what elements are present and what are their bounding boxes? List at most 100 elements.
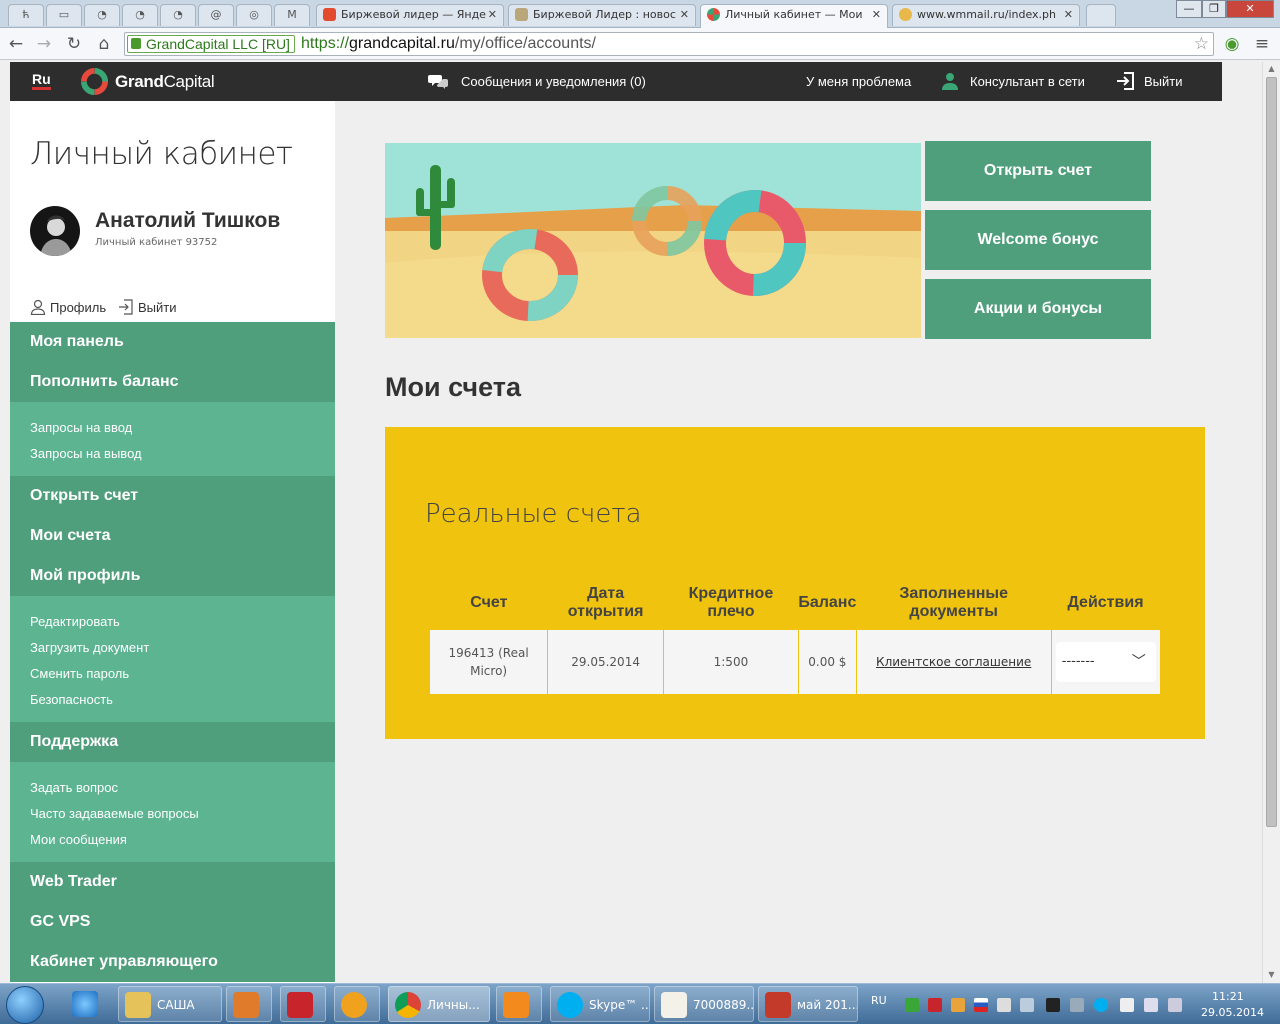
- sidebar-submenu-support: Задать вопрос Часто задаваемые вопросы М…: [10, 762, 335, 862]
- tray-action-center-icon[interactable]: [1120, 998, 1134, 1012]
- close-tab-icon[interactable]: ✕: [680, 5, 689, 25]
- actions-select[interactable]: ------- ﹀: [1055, 642, 1156, 682]
- taskbar-explorer[interactable]: САША: [118, 986, 222, 1022]
- client-agreement-link[interactable]: Клиентское соглашение: [876, 655, 1031, 669]
- sidebar-logout-link[interactable]: Выйти: [118, 299, 177, 315]
- profile-link[interactable]: Профиль: [30, 299, 106, 315]
- pinned-tab[interactable]: ◔: [160, 4, 196, 26]
- close-tab-icon[interactable]: ✕: [488, 5, 497, 25]
- tray-speaker-icon[interactable]: [1168, 998, 1182, 1012]
- tray-skype-icon[interactable]: [1094, 998, 1108, 1012]
- tray-app-icon[interactable]: [997, 998, 1011, 1012]
- sidebar-item-security[interactable]: Безопасность: [10, 687, 335, 713]
- welcome-bonus-button[interactable]: Welcome бонус: [925, 210, 1151, 270]
- scroll-down-arrow-icon[interactable]: ▼: [1266, 970, 1277, 980]
- address-bar[interactable]: GrandCapital LLC [RU] https://grandcapit…: [124, 32, 1214, 56]
- sidebar-item-upload-document[interactable]: Загрузить документ: [10, 635, 335, 661]
- close-window-button[interactable]: ✕: [1226, 0, 1274, 18]
- leverage-cell: 1:500: [663, 630, 799, 694]
- pinned-tab[interactable]: ћ: [8, 4, 44, 26]
- pinned-tab[interactable]: ◔: [122, 4, 158, 26]
- menu-icon[interactable]: ≡: [1252, 34, 1272, 54]
- sidebar-item-my-messages[interactable]: Мои сообщения: [10, 827, 335, 853]
- extension-icon[interactable]: ◉: [1222, 34, 1242, 54]
- logo-text[interactable]: GrandCapital: [115, 72, 215, 92]
- page-scrollbar[interactable]: ▲ ▼: [1262, 62, 1280, 983]
- sidebar-item-faq[interactable]: Часто задаваемые вопросы: [10, 801, 335, 827]
- sidebar-item-ask-question[interactable]: Задать вопрос: [10, 775, 335, 801]
- pinned-tab[interactable]: @: [198, 4, 234, 26]
- sidebar-item-gc-vps[interactable]: GC VPS: [10, 902, 335, 942]
- sidebar-item-my-profile[interactable]: Мой профиль: [10, 556, 335, 596]
- promo-banner[interactable]: [385, 143, 921, 338]
- forward-icon[interactable]: →: [34, 34, 54, 54]
- taskbar-media-player[interactable]: [226, 986, 272, 1022]
- tray-app-icon[interactable]: [1020, 998, 1034, 1012]
- accounts-table: Счет Дата открытия Кредитное плечо Баланс …: [430, 575, 1160, 694]
- header-logout-link[interactable]: Выйти: [1144, 74, 1183, 89]
- sidebar-item-web-trader[interactable]: Web Trader: [10, 862, 335, 902]
- taskbar-zynga[interactable]: [280, 986, 326, 1022]
- tray-flag-icon[interactable]: [974, 998, 988, 1012]
- sidebar-item-open-account[interactable]: Открыть счет: [10, 476, 335, 516]
- sidebar-item-change-password[interactable]: Сменить пароль: [10, 661, 335, 687]
- taskbar-mail-agent[interactable]: [334, 986, 380, 1022]
- pinned-tab[interactable]: ◔: [84, 4, 120, 26]
- sidebar-item-my-accounts[interactable]: Мои счета: [10, 516, 335, 556]
- home-icon[interactable]: ⌂: [94, 34, 114, 54]
- minimize-button[interactable]: —: [1176, 0, 1202, 18]
- tray-display-icon[interactable]: [1144, 998, 1158, 1012]
- taskbar-odnoklassniki[interactable]: [496, 986, 542, 1022]
- taskbar-game[interactable]: май 201...: [758, 986, 858, 1022]
- bookmark-star-icon[interactable]: ☆: [1194, 34, 1209, 54]
- tray-check-icon[interactable]: [905, 998, 919, 1012]
- pinned-tab[interactable]: ▭: [46, 4, 82, 26]
- scroll-up-arrow-icon[interactable]: ▲: [1266, 64, 1277, 74]
- taskbar-alpari[interactable]: 7000889...: [654, 986, 754, 1022]
- reload-icon[interactable]: ↻: [64, 34, 84, 54]
- browser-tab[interactable]: www.wmmail.ru/index.ph ✕: [892, 4, 1080, 26]
- new-tab-button[interactable]: [1086, 4, 1116, 26]
- browser-tab[interactable]: Биржевой лидер — Янде ✕: [316, 4, 504, 26]
- clock-time[interactable]: 11:21: [1212, 990, 1244, 1003]
- sidebar-item-edit[interactable]: Редактировать: [10, 609, 335, 635]
- close-tab-icon[interactable]: ✕: [872, 5, 881, 25]
- pinned-tab[interactable]: ◎: [236, 4, 272, 26]
- sidebar-item-manager-cabinet[interactable]: Кабинет управляющего: [10, 942, 335, 982]
- ev-certificate-badge[interactable]: GrandCapital LLC [RU]: [127, 35, 295, 53]
- sidebar-item-support[interactable]: Поддержка: [10, 722, 335, 762]
- sidebar-item-deposit-requests[interactable]: Запросы на ввод: [10, 415, 335, 441]
- site-favicon-icon: [515, 8, 528, 21]
- back-icon[interactable]: ←: [6, 34, 26, 54]
- user-name: Анатолий Тишков: [95, 209, 281, 232]
- grandcapital-logo-icon[interactable]: [80, 67, 109, 96]
- internet-explorer-icon: [72, 991, 98, 1017]
- keyboard-language[interactable]: RU: [871, 994, 887, 1007]
- browser-tab[interactable]: Биржевой Лидер : новос ✕: [508, 4, 696, 26]
- maximize-button[interactable]: ❐: [1202, 0, 1226, 18]
- start-button[interactable]: [6, 986, 44, 1024]
- open-account-button[interactable]: Открыть счет: [925, 141, 1151, 201]
- consultant-link[interactable]: Консультант в сети: [970, 74, 1085, 89]
- sidebar-item-my-panel[interactable]: Моя панель: [10, 322, 335, 362]
- tray-volume-icon[interactable]: [1070, 998, 1084, 1012]
- tray-app-icon[interactable]: [951, 998, 965, 1012]
- pinned-tab-gmail[interactable]: M: [274, 4, 310, 26]
- clock-date[interactable]: 29.05.2014: [1201, 1006, 1264, 1019]
- tray-network-icon[interactable]: [1046, 998, 1060, 1012]
- sidebar-item-deposit[interactable]: Пополнить баланс: [10, 362, 335, 402]
- messages-link[interactable]: Сообщения и уведомления (0): [461, 74, 646, 89]
- column-header-opened: Дата открытия: [567, 584, 644, 620]
- sidebar-item-withdraw-requests[interactable]: Запросы на вывод: [10, 441, 335, 467]
- browser-tab-active[interactable]: Личный кабинет — Мои ✕: [700, 4, 888, 28]
- scroll-thumb[interactable]: [1266, 77, 1277, 827]
- language-switch[interactable]: Ru: [32, 72, 51, 90]
- url-text[interactable]: https://grandcapital.ru/my/office/accoun…: [301, 35, 596, 53]
- taskbar-skype[interactable]: Skype™ ...: [550, 986, 650, 1022]
- promotions-button[interactable]: Акции и бонусы: [925, 279, 1151, 339]
- taskbar-chrome[interactable]: Личны...: [388, 986, 490, 1022]
- problem-link[interactable]: У меня проблема: [806, 74, 911, 89]
- taskbar-ie[interactable]: [66, 986, 112, 1022]
- close-tab-icon[interactable]: ✕: [1064, 5, 1073, 25]
- tray-adobe-icon[interactable]: [928, 998, 942, 1012]
